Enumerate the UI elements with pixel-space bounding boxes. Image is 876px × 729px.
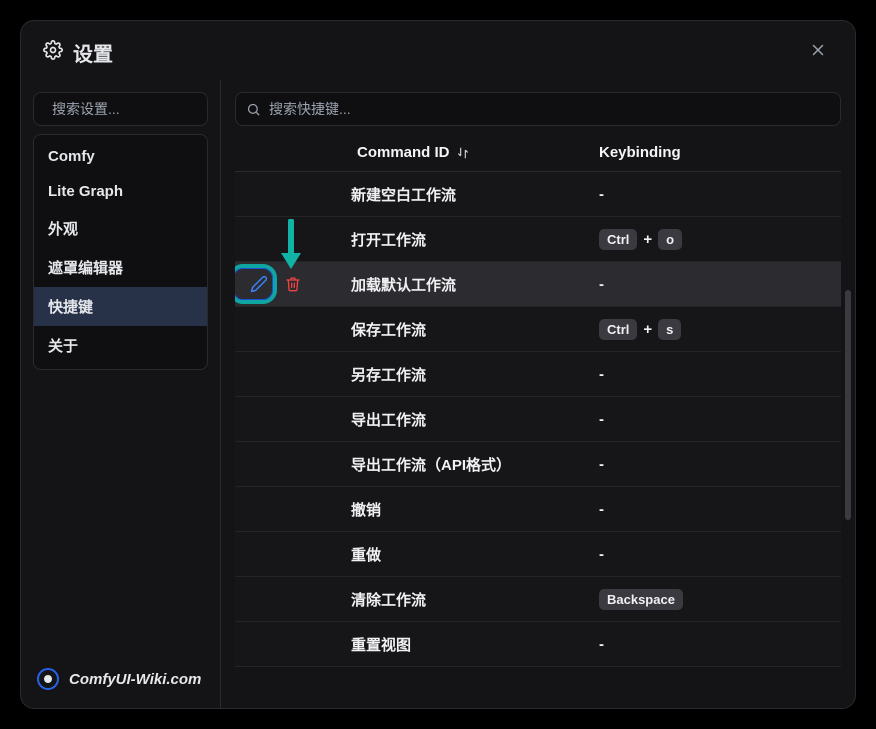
keybinding-cell: Ctrl + o	[593, 229, 841, 250]
row-actions	[235, 217, 345, 261]
trash-icon	[285, 276, 301, 292]
plus-separator: +	[643, 321, 652, 338]
table-header: Command ID Keybinding	[235, 134, 841, 172]
sidebar: ComfyLite Graph外观遮罩编辑器快捷键关于 ComfyUI-Wiki…	[21, 80, 221, 708]
row-actions	[235, 397, 345, 441]
row-actions	[235, 532, 345, 576]
table-row[interactable]: 保存工作流 Ctrl + s	[235, 307, 841, 352]
command-label: 导出工作流	[345, 409, 593, 430]
row-actions	[235, 622, 345, 666]
sidebar-search-input[interactable]	[52, 101, 233, 117]
table-row[interactable]: 撤销-	[235, 487, 841, 532]
column-command[interactable]: Command ID	[351, 144, 593, 161]
sort-icon	[456, 146, 470, 160]
dialog-body: ComfyLite Graph外观遮罩编辑器快捷键关于 ComfyUI-Wiki…	[21, 80, 855, 708]
keybinding-search-input[interactable]	[269, 101, 830, 117]
no-binding: -	[599, 411, 604, 428]
dialog-title: 设置	[73, 38, 113, 67]
sidebar-item[interactable]: Comfy	[34, 139, 207, 174]
row-actions	[235, 172, 345, 216]
keybinding-cell: Ctrl + s	[593, 319, 841, 340]
keybinding-search[interactable]	[235, 92, 841, 126]
command-label: 重做	[345, 544, 593, 565]
command-label: 保存工作流	[345, 319, 593, 340]
pencil-icon	[250, 275, 268, 293]
key-badge: o	[658, 229, 682, 250]
command-label: 清除工作流	[345, 589, 593, 610]
sidebar-item[interactable]: 遮罩编辑器	[34, 248, 207, 287]
key-badge: Ctrl	[599, 319, 637, 340]
brand-label: ComfyUI-Wiki.com	[69, 671, 201, 688]
sidebar-item[interactable]: Lite Graph	[34, 174, 207, 209]
keybinding-cell: -	[593, 636, 841, 653]
close-icon	[809, 41, 827, 59]
search-icon	[246, 102, 261, 117]
sidebar-item[interactable]: 关于	[34, 326, 207, 365]
brand: ComfyUI-Wiki.com	[33, 662, 208, 696]
column-keybinding[interactable]: Keybinding	[593, 144, 835, 161]
no-binding: -	[599, 276, 604, 293]
keybinding-cell: -	[593, 366, 841, 383]
table-row[interactable]: 重做-	[235, 532, 841, 577]
table-row[interactable]: 加载默认工作流-	[235, 262, 841, 307]
no-binding: -	[599, 546, 604, 563]
no-binding: -	[599, 186, 604, 203]
gear-icon	[43, 40, 63, 66]
table-row[interactable]: 另存工作流-	[235, 352, 841, 397]
command-label: 另存工作流	[345, 364, 593, 385]
command-label: 打开工作流	[345, 229, 593, 250]
row-actions	[235, 307, 345, 351]
command-label: 重置视图	[345, 634, 593, 655]
table-row[interactable]: 导出工作流（API格式）-	[235, 442, 841, 487]
close-button[interactable]	[803, 35, 833, 70]
brand-icon	[37, 668, 59, 690]
sidebar-item[interactable]: 快捷键	[34, 287, 207, 326]
sidebar-item[interactable]: 外观	[34, 209, 207, 248]
no-binding: -	[599, 636, 604, 653]
main-panel: Command ID Keybinding 新建空白工作流-打开工作流Ctrl+…	[221, 80, 855, 708]
row-actions	[235, 487, 345, 531]
keybinding-cell: Backspace	[593, 589, 841, 610]
table-body: 新建空白工作流-打开工作流Ctrl+o加载默认工作流-保存工作流Ctrl+s另存…	[235, 172, 841, 708]
edit-button[interactable]	[247, 272, 271, 296]
keybinding-cell: -	[593, 411, 841, 428]
row-actions	[235, 262, 345, 306]
keybinding-cell: -	[593, 186, 841, 203]
dialog-title-wrap: 设置	[43, 38, 113, 67]
key-badge: Ctrl	[599, 229, 637, 250]
keybinding-cell: -	[593, 276, 841, 293]
key-badge: s	[658, 319, 681, 340]
table-row[interactable]: 重置视图-	[235, 622, 841, 667]
table-row[interactable]: 导出工作流-	[235, 397, 841, 442]
keybinding-cell: -	[593, 501, 841, 518]
keybinding-cell: -	[593, 546, 841, 563]
sidebar-nav: ComfyLite Graph外观遮罩编辑器快捷键关于	[33, 134, 208, 370]
row-actions	[235, 442, 345, 486]
dialog-header: 设置	[21, 21, 855, 80]
scrollbar[interactable]	[845, 290, 851, 520]
no-binding: -	[599, 366, 604, 383]
table-row[interactable]: 新建空白工作流-	[235, 172, 841, 217]
keybinding-cell: -	[593, 456, 841, 473]
command-label: 撤销	[345, 499, 593, 520]
plus-separator: +	[643, 231, 652, 248]
table-row[interactable]: 清除工作流 Backspace	[235, 577, 841, 622]
row-actions	[235, 577, 345, 621]
command-label: 导出工作流（API格式）	[345, 454, 593, 475]
row-actions	[235, 352, 345, 396]
command-label: 加载默认工作流	[345, 274, 593, 295]
table-row[interactable]: 打开工作流 Ctrl + o	[235, 217, 841, 262]
no-binding: -	[599, 501, 604, 518]
sidebar-search[interactable]	[33, 92, 208, 126]
command-label: 新建空白工作流	[345, 184, 593, 205]
delete-button[interactable]	[281, 272, 305, 296]
settings-dialog: 设置 ComfyLite Graph外观遮罩编辑器快捷键关于 ComfyUI-W…	[20, 20, 856, 709]
key-badge: Backspace	[599, 589, 683, 610]
no-binding: -	[599, 456, 604, 473]
